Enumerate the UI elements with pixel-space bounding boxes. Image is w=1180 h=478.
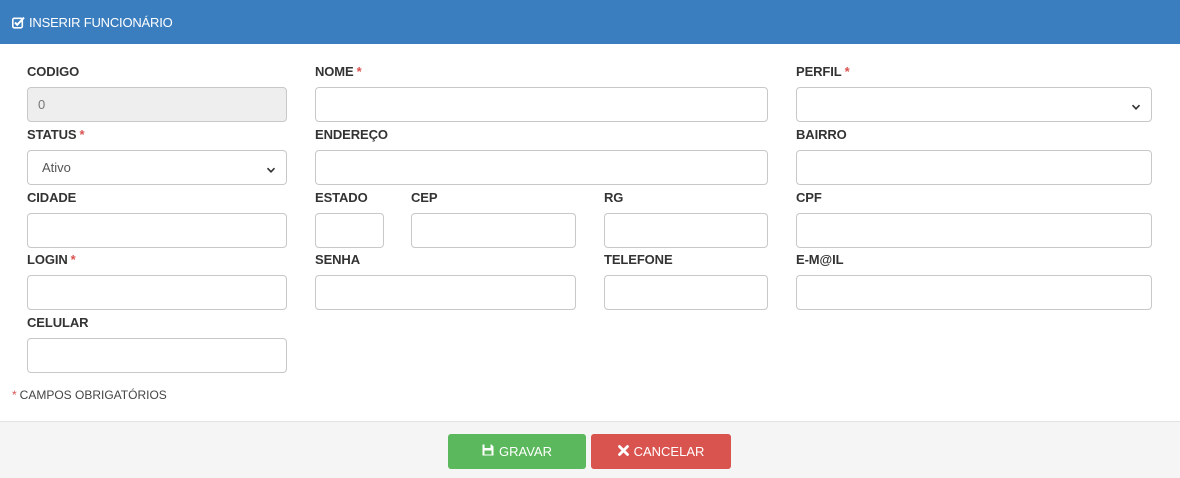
bairro-field[interactable] — [796, 150, 1152, 185]
label-celular: CELULAR — [27, 315, 89, 330]
perfil-select[interactable] — [796, 87, 1152, 122]
codigo-value: 0 — [38, 97, 46, 112]
close-icon — [617, 444, 629, 459]
senha-field[interactable] — [315, 275, 576, 310]
edit-check-icon — [12, 16, 25, 29]
label-codigo: CODIGO — [27, 64, 80, 79]
save-button[interactable]: GRAVAR — [448, 434, 586, 469]
save-button-label: GRAVAR — [499, 444, 552, 459]
cancel-button-label: CANCELAR — [633, 444, 705, 459]
label-nome: NOME * — [315, 64, 362, 79]
label-cep: CEP — [411, 190, 438, 205]
celular-field[interactable] — [27, 338, 287, 373]
label-rg: RG — [604, 190, 624, 205]
cancel-button[interactable]: CANCELAR — [591, 434, 731, 469]
panel-title: INSERIR FUNCIONÁRIO — [29, 14, 173, 30]
status-value: Ativo — [42, 160, 71, 175]
required-fields-note: * CAMPOS OBRIGATÓRIOS — [12, 388, 167, 402]
cpf-field[interactable] — [796, 213, 1152, 248]
telefone-field[interactable] — [604, 275, 768, 310]
estado-field[interactable] — [315, 213, 384, 248]
panel-header: INSERIR FUNCIONÁRIO — [0, 0, 1180, 44]
status-select[interactable]: Ativo — [27, 150, 287, 185]
rg-field[interactable] — [604, 213, 768, 248]
label-cpf: CPF — [796, 190, 822, 205]
cep-field[interactable] — [411, 213, 576, 248]
codigo-field: 0 — [27, 87, 287, 122]
floppy-disk-icon — [482, 444, 494, 459]
chevron-down-icon — [1131, 100, 1141, 110]
email-field[interactable] — [796, 275, 1152, 310]
label-status: STATUS * — [27, 127, 85, 142]
label-email: E-M@IL — [796, 252, 844, 267]
label-estado: ESTADO — [315, 190, 368, 205]
endereco-field[interactable] — [315, 150, 768, 185]
label-perfil: PERFIL * — [796, 64, 850, 79]
label-bairro: BAIRRO — [796, 127, 847, 142]
form-footer: GRAVAR CANCELAR — [0, 421, 1180, 478]
nome-field[interactable] — [315, 87, 768, 122]
login-field[interactable] — [27, 275, 287, 310]
label-login: LOGIN * — [27, 252, 76, 267]
chevron-down-icon — [266, 163, 276, 173]
label-endereco: ENDEREÇO — [315, 127, 388, 142]
cidade-field[interactable] — [27, 213, 287, 248]
label-senha: SENHA — [315, 252, 361, 267]
label-telefone: TELEFONE — [604, 252, 673, 267]
label-cidade: CIDADE — [27, 190, 77, 205]
